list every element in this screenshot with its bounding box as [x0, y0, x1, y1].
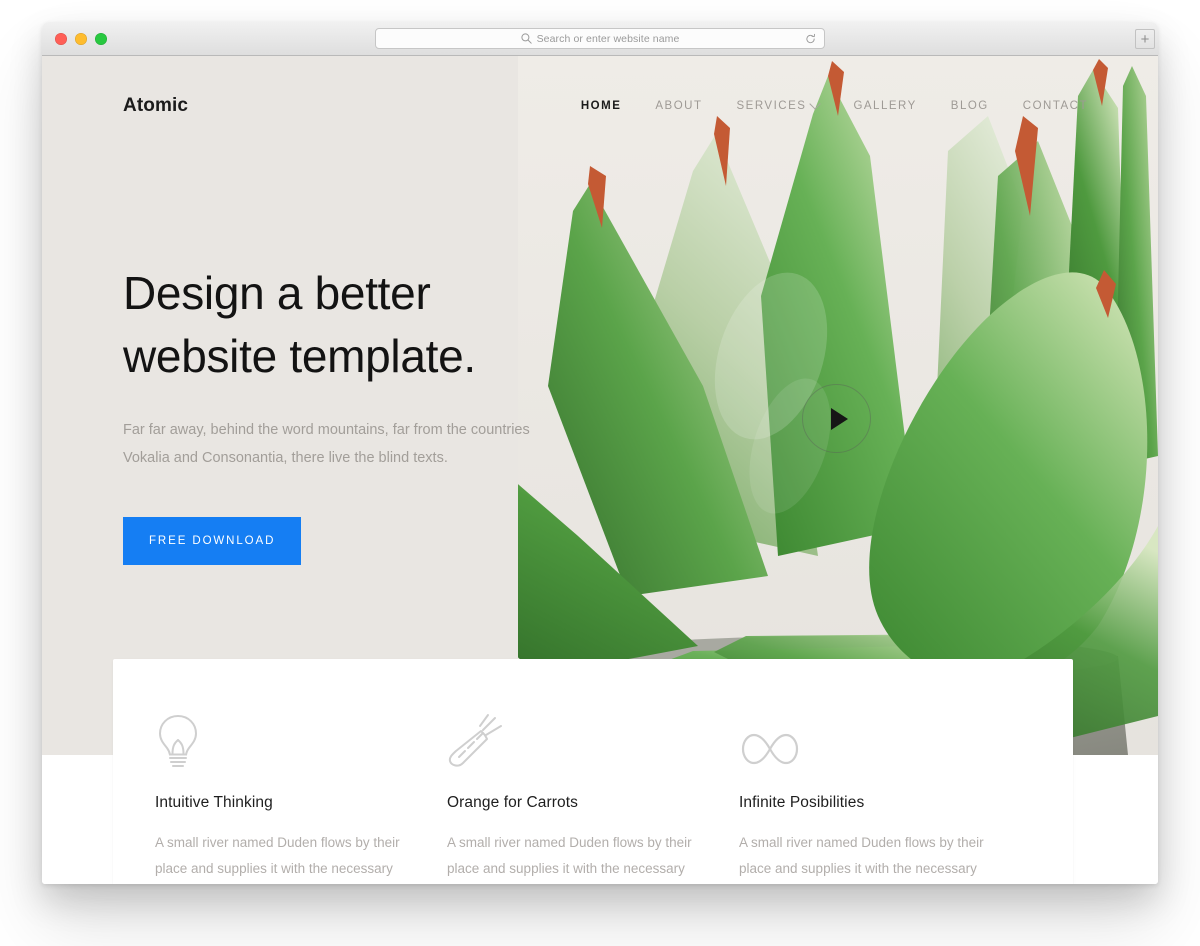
maximize-window-button[interactable]	[95, 33, 107, 45]
nav-item-gallery[interactable]: GALLERY	[853, 100, 916, 112]
feature-item: Orange for Carrots A small river named D…	[447, 711, 739, 884]
free-download-button[interactable]: FREE DOWNLOAD	[123, 516, 302, 565]
feature-title: Orange for Carrots	[447, 794, 579, 811]
browser-titlebar: Search or enter website name +	[42, 22, 1158, 56]
close-window-button[interactable]	[55, 33, 67, 45]
nav-item-services-label: SERVICES	[736, 100, 807, 112]
nav-item-services[interactable]: SERVICES	[736, 98, 822, 112]
play-video-button[interactable]	[802, 384, 871, 453]
infinity-icon	[739, 711, 989, 769]
address-bar[interactable]: Search or enter website name	[375, 28, 825, 49]
nav-item-about-label: ABOUT	[655, 100, 703, 112]
hero-heading-line-2: website template.	[123, 330, 476, 383]
hero-content: Design a better website template. Far fa…	[123, 262, 593, 565]
plus-icon: +	[1140, 30, 1150, 48]
nav-item-gallery-label: GALLERY	[853, 100, 917, 112]
feature-description: A small river named Duden flows by their…	[739, 835, 984, 877]
feature-title: Infinite Posibilities	[739, 794, 865, 811]
features-card: Intuitive Thinking A small river named D…	[113, 659, 1073, 884]
hero-heading-line-1: Design a better	[123, 267, 431, 319]
hero-subheading: Far far away, behind the word mountains,…	[123, 417, 563, 473]
browser-window: Search or enter website name + Atomic HO…	[42, 22, 1158, 884]
feature-item: Intuitive Thinking A small river named D…	[155, 711, 447, 884]
play-icon	[830, 407, 848, 430]
feature-title: Intuitive Thinking	[155, 794, 273, 811]
address-bar-placeholder: Search or enter website name	[536, 32, 680, 45]
page-viewport: Atomic HOME ABOUT SERVICES GALLERY BLOG	[42, 56, 1158, 884]
brand-logo[interactable]: Atomic	[123, 95, 188, 117]
nav-item-blog-label: BLOG	[950, 100, 989, 112]
nav-item-about[interactable]: ABOUT	[655, 100, 702, 112]
reload-icon[interactable]	[805, 33, 816, 44]
hero-subheading-line-1: Far far away, behind the word mountains,…	[123, 421, 467, 438]
minimize-window-button[interactable]	[75, 33, 87, 45]
nav-item-blog[interactable]: BLOG	[951, 100, 989, 112]
new-tab-button[interactable]: +	[1135, 29, 1155, 49]
lightbulb-icon	[155, 711, 405, 769]
address-bar-content: Search or enter website name	[520, 32, 680, 45]
site-navigation: Atomic HOME ABOUT SERVICES GALLERY BLOG	[42, 56, 1158, 156]
search-icon	[520, 33, 532, 44]
feature-description: A small river named Duden flows by their…	[155, 835, 400, 877]
carrot-icon	[447, 711, 697, 769]
nav-item-contact[interactable]: CONTACT	[1023, 100, 1088, 112]
nav-links: HOME ABOUT SERVICES GALLERY BLOG CONTACT	[581, 98, 1088, 112]
chevron-down-icon	[809, 98, 822, 110]
nav-item-home-label: HOME	[580, 100, 622, 112]
feature-description: A small river named Duden flows by their…	[447, 835, 692, 877]
window-controls	[55, 33, 107, 45]
feature-item: Infinite Posibilities A small river name…	[739, 711, 1031, 884]
hero-heading: Design a better website template.	[123, 262, 593, 389]
nav-item-contact-label: CONTACT	[1022, 100, 1088, 112]
nav-item-home[interactable]: HOME	[581, 100, 622, 112]
